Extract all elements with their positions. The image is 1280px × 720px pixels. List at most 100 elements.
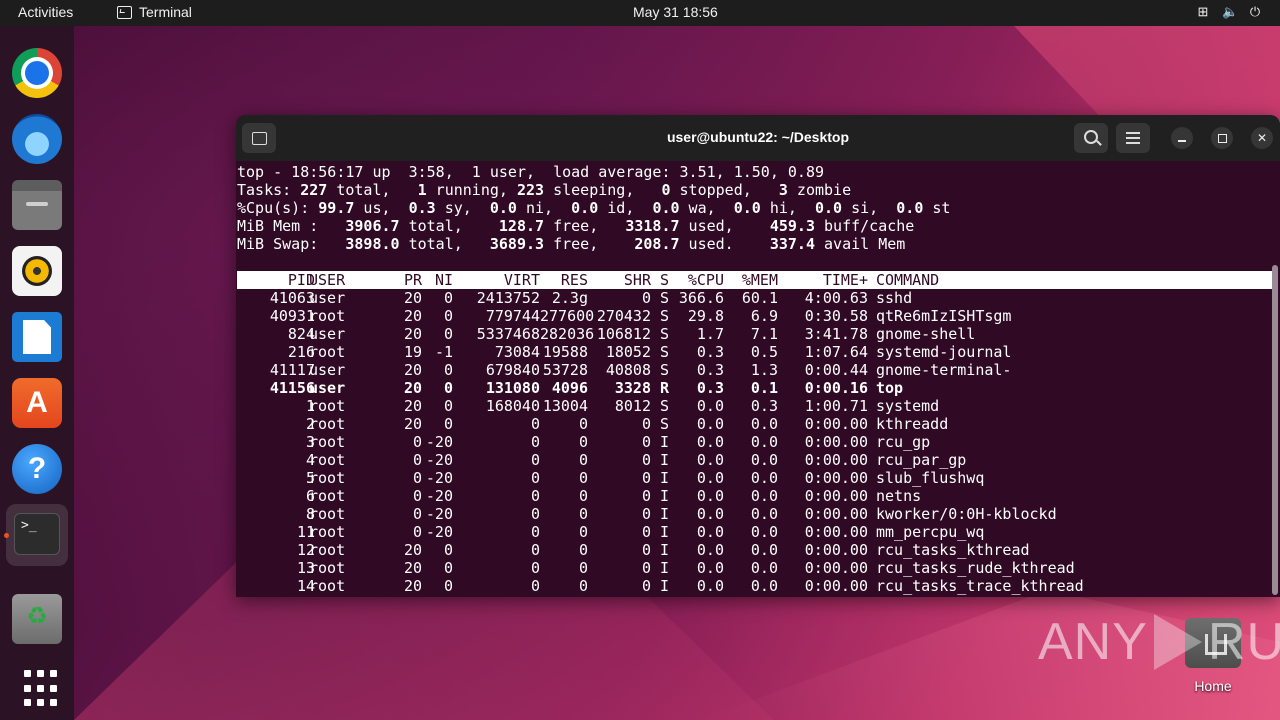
cell-pr: 19: [403, 343, 422, 361]
terminal-icon: >_: [14, 513, 60, 555]
cell-user: root: [309, 415, 346, 433]
scrollbar[interactable]: [1272, 265, 1278, 595]
summary-label: total,: [399, 217, 499, 235]
column-header: USER: [309, 271, 346, 289]
cell-res: 0: [578, 577, 588, 595]
clock[interactable]: May 31 18:56: [633, 4, 718, 20]
cell-pr: 20: [403, 415, 422, 433]
cell-res: 282036: [540, 325, 595, 343]
cell-pr: 20: [403, 577, 422, 595]
column-header: COMMAND: [876, 271, 940, 289]
cell-pid: 11: [296, 523, 315, 541]
cell-mem: 1.3: [750, 361, 778, 379]
cell-shr: 0: [641, 451, 651, 469]
cell-res: 53728: [542, 361, 588, 379]
cell-mem: 0.0: [750, 523, 778, 541]
cell-mem: 0.0: [750, 451, 778, 469]
cell-shr: 0: [641, 415, 651, 433]
cell-user: user: [309, 289, 346, 307]
summary-label: used,: [679, 217, 770, 235]
cell-pr: 20: [403, 307, 422, 325]
activities-button[interactable]: Activities: [18, 4, 73, 20]
minimize-button[interactable]: [1171, 127, 1193, 149]
cell-pid: 41156: [269, 379, 315, 397]
column-header: PR: [403, 271, 422, 289]
table-row: 40931 root 20 0 779744 277600 270432 S 29.8 6.9 0:…: [237, 307, 1272, 325]
home-folder-label[interactable]: Home: [1183, 678, 1243, 694]
cell-cmd: top: [876, 379, 904, 397]
cell-pid: 40931: [269, 307, 315, 325]
cell-virt: 0: [530, 415, 540, 433]
cell-ni: 0: [443, 397, 453, 415]
summary-label: MiB Mem :: [237, 217, 346, 235]
table-row: 11 root 0 -20 0 0 0 I 0.0 0.0 0:00.00 mm_percpu_wq: [237, 523, 1272, 541]
terminal-dock-item[interactable]: >_: [6, 504, 68, 566]
close-button[interactable]: [1251, 127, 1273, 149]
watermark-text: RUN: [1207, 613, 1280, 671]
cell-user: root: [309, 451, 346, 469]
cell-user: root: [309, 397, 346, 415]
table-row: 4 root 0 -20 0 0 0 I 0.0 0.0 0:00.00 rcu_par_gp: [237, 451, 1272, 469]
cell-user: root: [309, 469, 346, 487]
cell-time: 0:00.00: [804, 451, 868, 469]
dock: A ? >_: [0, 26, 74, 720]
cell-mem: 60.1: [741, 289, 778, 307]
cell-mem: 0.0: [750, 505, 778, 523]
ubuntu-software-icon[interactable]: A: [12, 378, 62, 428]
files-icon[interactable]: [12, 180, 62, 230]
network-icon: ⊞: [1197, 4, 1209, 19]
cell-pr: 20: [403, 289, 422, 307]
show-applications-icon[interactable]: [12, 658, 62, 708]
cell-shr: 0: [641, 433, 651, 451]
rhythmbox-icon[interactable]: [12, 246, 62, 296]
table-row: 2 root 20 0 0 0 0 S 0.0 0.0 0:00.00 kthreadd: [237, 415, 1272, 433]
table-row: 13 root 20 0 0 0 0 I 0.0 0.0 0:00.00 rcu_tasks_rude…: [237, 559, 1272, 577]
cell-cmd: rcu_tasks_rude_kthread: [876, 559, 1075, 577]
summary-label: avail Mem: [815, 235, 906, 253]
maximize-button[interactable]: [1211, 127, 1233, 149]
cell-virt: 0: [530, 541, 540, 559]
terminal-content[interactable]: top - 18:56:17 up 3:58, 1 user, load ave…: [236, 162, 1280, 597]
cell-time: 0:00.00: [804, 487, 868, 505]
cell-virt: 73084: [494, 343, 540, 361]
cell-time: 0:00.00: [804, 577, 868, 595]
cell-ni: 0: [443, 379, 453, 397]
search-button[interactable]: [1074, 123, 1108, 153]
cell-shr: 0: [641, 559, 651, 577]
cell-pid: 1: [305, 397, 315, 415]
cell-virt: 131080: [485, 379, 540, 397]
summary-label: total,: [327, 181, 418, 199]
cell-shr: 0: [641, 505, 651, 523]
cell-user: user: [309, 361, 346, 379]
cell-mem: 0.0: [750, 577, 778, 595]
cell-pr: 20: [403, 559, 422, 577]
hamburger-menu-button[interactable]: [1116, 123, 1150, 153]
cell-res: 277600: [540, 307, 595, 325]
cell-cmd: slub_flushwq: [876, 469, 985, 487]
chrome-icon[interactable]: [12, 48, 62, 98]
terminal-window[interactable]: user@ubuntu22: ~/Desktop top - 18:56:17 …: [236, 115, 1280, 597]
libreoffice-writer-icon[interactable]: [12, 312, 62, 362]
cell-shr: 0: [641, 523, 651, 541]
top-summary-cpu: %Cpu(s): 99.7 us, 0.3 sy, 0.0 ni, 0.0 id…: [237, 199, 950, 217]
thunderbird-icon[interactable]: [12, 114, 62, 164]
summary-value: 0.3: [408, 199, 436, 217]
cell-mem: 6.9: [750, 307, 778, 325]
cell-ni: -1: [434, 343, 453, 361]
cell-cpu: 0.0: [696, 505, 724, 523]
help-icon[interactable]: ?: [12, 444, 62, 494]
cell-pr: 0: [412, 433, 422, 451]
system-tray[interactable]: ⊞ 🔈 ⏻: [1196, 4, 1262, 20]
app-menu[interactable]: Terminal: [117, 4, 192, 20]
trash-icon[interactable]: [12, 594, 62, 644]
cell-cpu: 0.3: [696, 343, 724, 361]
cell-cmd: mm_percpu_wq: [876, 523, 985, 541]
cell-time: 0:00.00: [804, 541, 868, 559]
top-summary-uptime: top - 18:56:17 up 3:58, 1 user, load ave…: [237, 163, 824, 181]
cell-cpu: 1.7: [696, 325, 724, 343]
cell-cpu: 0.0: [696, 469, 724, 487]
title-bar[interactable]: user@ubuntu22: ~/Desktop: [236, 115, 1280, 161]
cell-time: 0:00.16: [804, 379, 868, 397]
cell-time: 4:00.63: [804, 289, 868, 307]
cell-shr: 18052: [605, 343, 651, 361]
